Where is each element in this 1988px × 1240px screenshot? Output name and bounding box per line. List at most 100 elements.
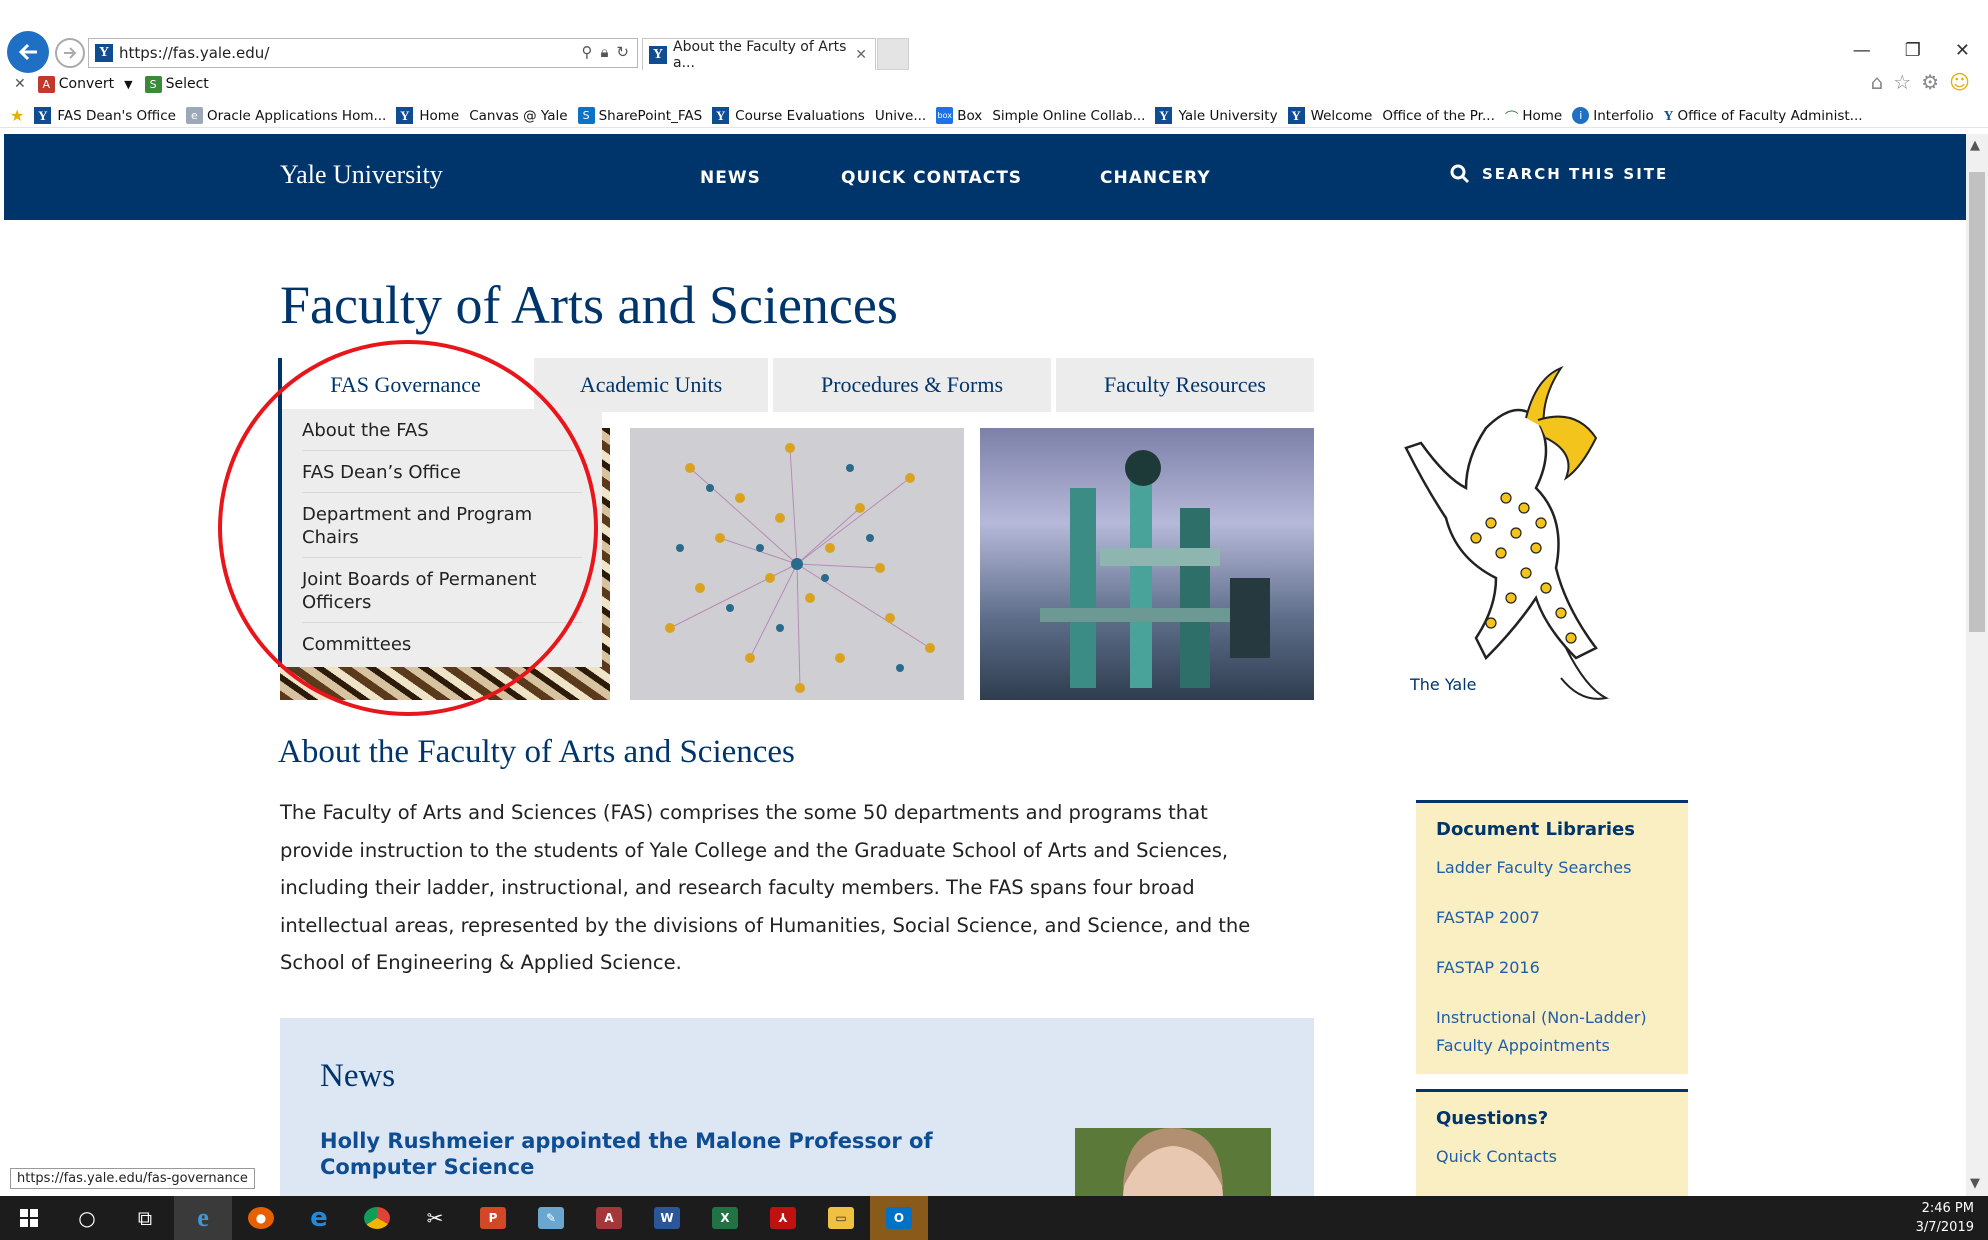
close-window-icon[interactable]: ✕: [1955, 40, 1970, 61]
favorite-link[interactable]: Simple Online Collab...: [992, 108, 1145, 124]
yale-favicon-icon: Y: [95, 44, 113, 62]
task-view-button[interactable]: ⧉: [116, 1196, 174, 1240]
scissors-icon: ✂: [426, 1206, 444, 1230]
favorite-link[interactable]: Office of the Pr...: [1382, 108, 1495, 124]
windows-taskbar: ○ ⧉ e ● e ✂ P ✎ A W X ⅄ ▭ O 2:46 PM 3/7/…: [0, 1196, 1988, 1240]
nav-chancery[interactable]: CHANCERY: [1100, 168, 1211, 188]
star-icon[interactable]: ☆: [1893, 70, 1911, 94]
gear-icon[interactable]: ⚙: [1921, 70, 1939, 94]
new-tab-button[interactable]: [877, 38, 909, 70]
taskbar-firefox[interactable]: ●: [232, 1196, 290, 1240]
refresh-icon[interactable]: ↻: [616, 43, 629, 61]
search-icon: [1450, 164, 1470, 184]
scroll-up-icon[interactable]: ▲: [1970, 138, 1980, 153]
address-url: https://fas.yale.edu/: [119, 44, 270, 62]
browser-nav-row: Y https://fas.yale.edu/ ⚲ 🔒︎ ↻ Y About t…: [0, 30, 1988, 94]
news-item-link[interactable]: Holly Rushmeier appointed the Malone Pro…: [320, 1128, 940, 1180]
taskbar-edge[interactable]: e: [290, 1196, 348, 1240]
cortana-button[interactable]: ○: [58, 1196, 116, 1240]
link-fastap-2016[interactable]: FASTAP 2016: [1436, 954, 1668, 982]
questions-heading: Questions?: [1436, 1108, 1549, 1129]
address-bar[interactable]: Y https://fas.yale.edu/ ⚲ 🔒︎ ↻: [88, 38, 638, 68]
taskbar-chrome[interactable]: [348, 1196, 406, 1240]
link-ladder-faculty-searches[interactable]: Ladder Faculty Searches: [1436, 854, 1668, 882]
taskbar-file-explorer[interactable]: ▭: [812, 1196, 870, 1240]
taskbar-access[interactable]: A: [580, 1196, 638, 1240]
restore-icon[interactable]: ❐: [1905, 40, 1921, 61]
taskbar-outlook[interactable]: O: [870, 1196, 928, 1240]
firefox-icon: ●: [248, 1207, 274, 1229]
taskbar-powerpoint[interactable]: P: [464, 1196, 522, 1240]
browser-tab[interactable]: Y About the Faculty of Arts a... ✕: [642, 38, 876, 71]
favorite-link[interactable]: ⌒ Home: [1505, 106, 1562, 126]
yale-mascot-illustration: [1404, 365, 1610, 700]
taskbar-notepad[interactable]: ✎: [522, 1196, 580, 1240]
favorite-label: Simple Online Collab...: [992, 107, 1146, 124]
convert-label: Convert: [58, 76, 115, 92]
favorite-link[interactable]: Y Course Evaluations: [712, 107, 865, 124]
favorite-link[interactable]: Y Office of Faculty Administ...: [1664, 108, 1863, 124]
convert-button[interactable]: A Convert ▼: [37, 75, 133, 93]
back-button[interactable]: [7, 31, 49, 73]
notepad-icon: ✎: [538, 1207, 564, 1229]
search-icon[interactable]: ⚲: [581, 43, 592, 61]
favorite-label: SharePoint_FAS: [598, 107, 703, 124]
favorite-label: FAS Dean's Office: [57, 107, 176, 124]
nav-quick-contacts[interactable]: QUICK CONTACTS: [841, 168, 1022, 188]
vertical-scrollbar[interactable]: ▲ ▼: [1966, 134, 1988, 1196]
smiley-icon[interactable]: ☺: [1949, 70, 1970, 94]
favorite-label: Box: [957, 107, 983, 124]
link-fastap-2007[interactable]: FASTAP 2007: [1436, 904, 1668, 932]
yale-favicon-icon: Y: [396, 107, 414, 124]
favorite-link[interactable]: Y Yale University: [1155, 107, 1278, 124]
tab-procedures-forms[interactable]: Procedures & Forms: [773, 358, 1051, 412]
favorite-link[interactable]: S SharePoint_FAS: [577, 107, 703, 124]
favorite-link[interactable]: i Interfolio: [1572, 107, 1654, 124]
favorite-link[interactable]: Canvas @ Yale: [469, 108, 567, 124]
start-button[interactable]: [0, 1196, 58, 1240]
taskbar-excel[interactable]: X: [696, 1196, 754, 1240]
document-libraries-heading: Document Libraries: [1436, 819, 1635, 840]
news-heading: News: [320, 1058, 396, 1094]
tab-academic-units[interactable]: Academic Units: [534, 358, 768, 412]
taskbar-snipping-tool[interactable]: ✂: [406, 1196, 464, 1240]
favorite-link[interactable]: e Oracle Applications Hom...: [185, 107, 387, 124]
favorite-link[interactable]: Unive...: [875, 108, 926, 124]
box-icon: box: [936, 107, 954, 124]
search-label: SEARCH THIS SITE: [1482, 165, 1669, 183]
nav-news[interactable]: NEWS: [700, 168, 761, 188]
minimize-icon[interactable]: —: [1853, 40, 1871, 61]
questions-box: Questions? Quick Contacts: [1416, 1089, 1688, 1196]
link-quick-contacts[interactable]: Quick Contacts: [1436, 1143, 1668, 1171]
close-bar-icon[interactable]: ✕: [14, 76, 26, 92]
yale-university-logo[interactable]: Yale University: [280, 160, 443, 190]
taskbar-internet-explorer[interactable]: e: [174, 1196, 232, 1240]
lock-icon[interactable]: 🔒︎: [600, 43, 608, 61]
network-visualization-image: [630, 428, 964, 700]
home-icon[interactable]: ⌂: [1871, 70, 1884, 94]
favorites-star-icon[interactable]: ★: [10, 106, 24, 125]
favorite-link[interactable]: Y Welcome: [1287, 107, 1372, 124]
link-instructional-appointments[interactable]: Instructional (Non-Ladder) Faculty Appoi…: [1436, 1004, 1668, 1060]
favorite-link[interactable]: Y Home: [396, 107, 459, 124]
taskbar-word[interactable]: W: [638, 1196, 696, 1240]
scrollbar-thumb[interactable]: [1969, 172, 1985, 632]
system-clock[interactable]: 2:46 PM 3/7/2019: [1916, 1199, 1974, 1237]
internet-explorer-icon: e: [197, 1203, 209, 1232]
sharepoint-icon: S: [577, 107, 595, 124]
clock-date: 3/7/2019: [1915, 1220, 1974, 1235]
site-search[interactable]: SEARCH THIS SITE: [1450, 164, 1668, 184]
taskbar-acrobat[interactable]: ⅄: [754, 1196, 812, 1240]
news-section: News Holly Rushmeier appointed the Malon…: [280, 1018, 1314, 1196]
yale-favicon-icon: Y: [649, 45, 667, 64]
back-arrow-icon: [18, 43, 37, 61]
word-icon: W: [654, 1207, 680, 1229]
tab-faculty-resources[interactable]: Faculty Resources: [1056, 358, 1314, 412]
favorite-link[interactable]: box Box: [936, 107, 982, 124]
forward-button[interactable]: [55, 38, 85, 68]
favorite-link[interactable]: Y FAS Dean's Office: [34, 107, 176, 124]
select-button[interactable]: S Select: [144, 75, 209, 93]
scroll-down-icon[interactable]: ▼: [1970, 1176, 1980, 1191]
close-tab-icon[interactable]: ✕: [855, 47, 867, 63]
favorite-label: Oracle Applications Hom...: [206, 107, 387, 124]
